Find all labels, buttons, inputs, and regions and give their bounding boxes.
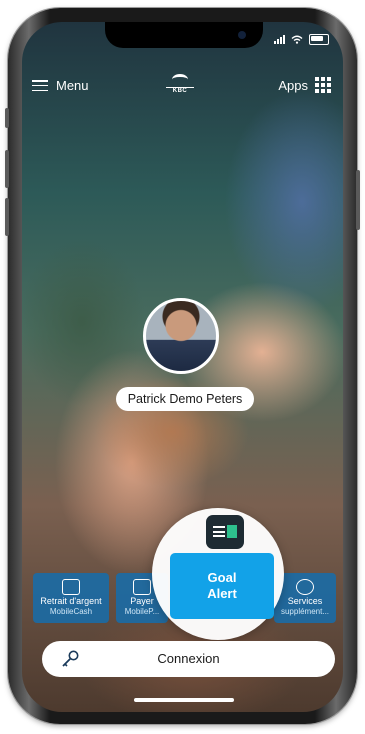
logo-bird-icon bbox=[172, 74, 188, 85]
menu-button[interactable]: Menu bbox=[32, 78, 89, 93]
services-icon bbox=[296, 579, 314, 595]
logo-text: KBC bbox=[166, 87, 194, 94]
tile-retrait-argent[interactable]: Retrait d'argent MobileCash bbox=[33, 573, 109, 623]
wifi-icon bbox=[291, 35, 303, 44]
apps-label: Apps bbox=[278, 77, 308, 93]
apps-button[interactable]: Apps bbox=[278, 77, 331, 93]
tile-sublabel: MobileP... bbox=[124, 607, 160, 616]
status-bar bbox=[274, 34, 329, 45]
menu-label: Menu bbox=[56, 78, 89, 93]
goal-alert-label-1: Goal bbox=[207, 570, 237, 585]
tile-sublabel: supplément... bbox=[280, 607, 330, 616]
connexion-label: Connexion bbox=[157, 651, 220, 666]
connexion-button[interactable]: Connexion bbox=[42, 641, 335, 677]
top-bar: Menu KBC Apps bbox=[22, 74, 343, 102]
kbc-logo: KBC bbox=[166, 74, 194, 100]
grid-icon bbox=[315, 77, 331, 93]
goal-alert-icon bbox=[206, 515, 244, 549]
avatar[interactable] bbox=[143, 298, 219, 374]
volume-up-button bbox=[5, 150, 9, 188]
qr-icon bbox=[133, 579, 151, 595]
goal-alert-button[interactable]: Goal Alert bbox=[170, 553, 274, 619]
volume-down-button bbox=[5, 198, 9, 236]
tile-sublabel: MobileCash bbox=[49, 607, 93, 616]
atm-icon bbox=[62, 579, 80, 595]
signal-icon bbox=[274, 35, 285, 44]
front-camera bbox=[238, 31, 246, 39]
goal-alert-label-2: Alert bbox=[207, 586, 237, 601]
profile-name[interactable]: Patrick Demo Peters bbox=[116, 387, 254, 411]
app-screen: Menu KBC Apps Patrick Demo Peters Retrai… bbox=[22, 22, 343, 712]
home-indicator[interactable] bbox=[134, 698, 234, 702]
mute-switch bbox=[5, 108, 9, 128]
hamburger-icon bbox=[32, 80, 48, 91]
tile-label: Services bbox=[287, 596, 323, 606]
power-button bbox=[356, 170, 360, 230]
tile-label: Retrait d'argent bbox=[40, 596, 102, 606]
battery-icon bbox=[309, 34, 329, 45]
